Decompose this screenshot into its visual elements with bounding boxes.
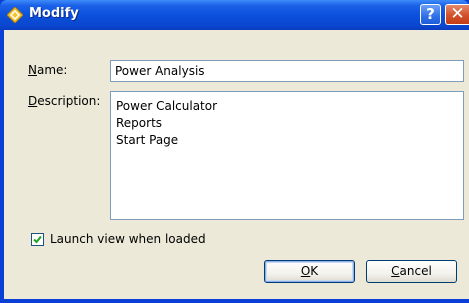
window-title: Modify bbox=[29, 6, 79, 21]
window-border bbox=[0, 299, 469, 303]
description-label: Description: bbox=[28, 94, 101, 108]
help-icon: ? bbox=[426, 5, 435, 23]
close-icon: ✕ bbox=[450, 4, 465, 24]
close-button[interactable]: ✕ bbox=[445, 4, 469, 25]
name-input-value: Power Analysis bbox=[115, 64, 205, 78]
description-textarea[interactable]: Power Calculator Reports Start Page bbox=[110, 91, 464, 220]
name-label: Name: bbox=[28, 63, 68, 77]
name-input[interactable]: Power Analysis bbox=[110, 60, 464, 82]
dialog-body: Name: Power Analysis Description: Power … bbox=[4, 30, 469, 299]
checkmark-icon bbox=[33, 235, 42, 244]
description-line: Start Page bbox=[116, 133, 179, 147]
modify-dialog: Modify ? ✕ Name: Power Analysis Descript… bbox=[0, 0, 469, 303]
diamond-app-icon bbox=[7, 7, 23, 23]
description-line: Power Calculator bbox=[116, 99, 218, 113]
help-button[interactable]: ? bbox=[420, 4, 441, 25]
ok-button[interactable]: OK bbox=[264, 260, 355, 283]
description-line: Reports bbox=[116, 116, 163, 130]
launch-view-checkbox[interactable] bbox=[31, 233, 44, 246]
cancel-button[interactable]: Cancel bbox=[366, 260, 457, 283]
launch-view-label[interactable]: Launch view when loaded bbox=[50, 232, 206, 246]
title-bar[interactable]: Modify ? ✕ bbox=[0, 0, 469, 30]
